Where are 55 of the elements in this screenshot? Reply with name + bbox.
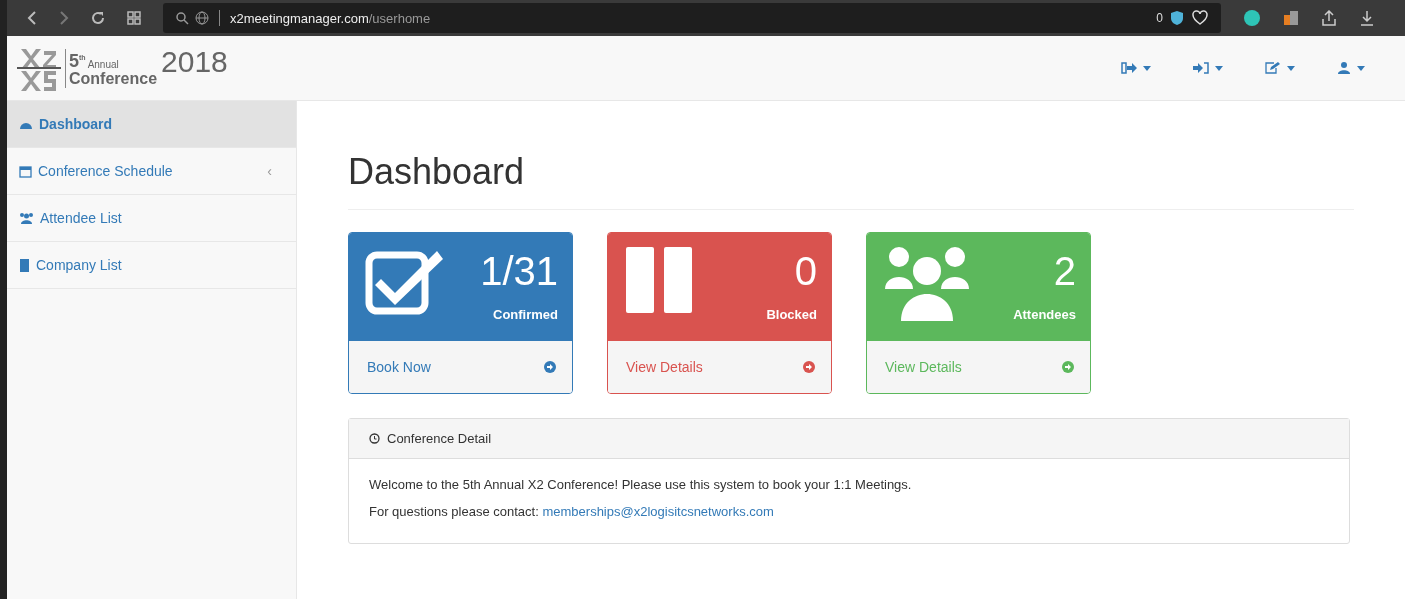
caret-icon: [1143, 65, 1151, 71]
url-text: x2meetingmanager.com/userhome: [230, 10, 431, 26]
arrow-circle-icon: [803, 361, 815, 373]
stat-caption: Confirmed: [493, 307, 558, 322]
sign-in-icon: [1193, 62, 1209, 74]
arrow-circle-icon: [544, 361, 556, 373]
reload-icon[interactable]: [91, 11, 105, 25]
details-link[interactable]: Book Now: [349, 341, 572, 393]
building-icon: [19, 258, 30, 272]
sign-out-icon: [1121, 62, 1137, 74]
extension-icon[interactable]: [1283, 9, 1299, 27]
sidebar-item[interactable]: Dashboard: [7, 101, 296, 148]
shield-icon[interactable]: [1169, 10, 1185, 26]
logo-edition: 5$^{th}$: [69, 49, 86, 70]
sidebar-item[interactable]: Attendee List: [7, 195, 296, 242]
expand-glyph: ‹: [267, 163, 272, 179]
email-link[interactable]: memberships@x2logisitcsnetworks.com: [542, 504, 774, 519]
download-icon[interactable]: [1359, 10, 1375, 26]
address-bar[interactable]: x2meetingmanager.com/userhome 0: [163, 3, 1221, 33]
logo-conference: Conference: [69, 69, 158, 88]
panel-title: Conference Detail: [387, 431, 492, 446]
stat-caption: Attendees: [1013, 307, 1076, 322]
group-icon: [883, 245, 971, 323]
share-icon[interactable]: [1321, 10, 1337, 26]
forward-icon[interactable]: [59, 11, 69, 25]
globe-icon: [195, 11, 209, 25]
users-icon: [19, 212, 34, 224]
user-icon: [1337, 62, 1351, 74]
caret-icon: [1215, 65, 1223, 71]
page-title: Dashboard: [348, 151, 1354, 210]
search-icon: [175, 11, 189, 25]
clock-icon: [369, 433, 380, 444]
stat-caption: Blocked: [766, 307, 817, 322]
caret-icon: [1357, 65, 1365, 71]
caret-icon: [1287, 65, 1295, 71]
details-link[interactable]: View Details: [608, 341, 831, 393]
contact-label: For questions please contact:: [369, 504, 539, 519]
stat-value: 2: [1053, 248, 1076, 295]
details-link[interactable]: View Details: [867, 341, 1090, 393]
logo-annual: Annual: [87, 58, 119, 70]
edit-icon: [1265, 62, 1281, 74]
pause-icon: [624, 245, 694, 315]
heart-icon[interactable]: [1191, 10, 1209, 26]
back-icon[interactable]: [27, 11, 37, 25]
blocked-count: 0: [1156, 11, 1163, 25]
sidebar-item[interactable]: Company List: [7, 242, 296, 289]
avatar-icon[interactable]: [1243, 9, 1261, 27]
calendar-icon: [19, 164, 32, 178]
welcome-text: Welcome to the 5th Annual X2 Conference! Please use this system to book your 1:1 Meetings.: [369, 477, 913, 492]
sidebar-item[interactable]: Conference Schedule ‹: [7, 148, 296, 195]
stat-value: 0: [794, 248, 817, 295]
logo-year: 2018: [161, 45, 228, 79]
grid-icon[interactable]: [127, 11, 141, 25]
stat-value: 1/31: [480, 248, 558, 295]
arrow-circle-icon: [1062, 361, 1074, 373]
